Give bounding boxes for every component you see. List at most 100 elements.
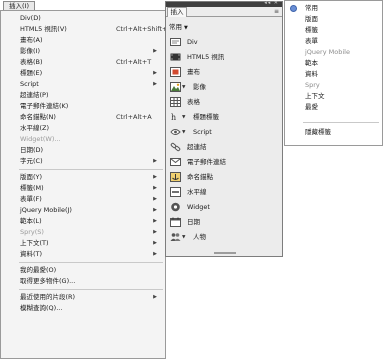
menu-item-label: 標籤(M) bbox=[20, 184, 44, 192]
menu-item-label: 字元(C) bbox=[20, 157, 43, 165]
menu-item-hyperlink[interactable]: 超連結(P) bbox=[1, 90, 165, 101]
menu-item-context[interactable]: 上下文(T) ▶ bbox=[1, 238, 165, 249]
panel-item-label: Script bbox=[193, 128, 212, 136]
category-item-context[interactable]: 上下文 bbox=[285, 91, 382, 102]
panel-menu-icon[interactable]: ≡ bbox=[274, 8, 279, 15]
svg-text:h: h bbox=[171, 113, 176, 122]
menu-item-character[interactable]: 字元(C) ▶ bbox=[1, 156, 165, 167]
menu-item-fuzzy-search[interactable]: 模糊查詢(Q)... bbox=[1, 303, 165, 314]
menu-item-label: 模糊查詢(Q)... bbox=[20, 304, 63, 312]
menu-item-heading[interactable]: 標題(E) ▶ bbox=[1, 68, 165, 79]
menu-item-div[interactable]: Div(D) bbox=[1, 13, 165, 24]
menu-item-label: 命名錨點(N) bbox=[20, 113, 56, 121]
submenu-arrow-icon: ▶ bbox=[153, 81, 157, 87]
category-item-spry[interactable]: Spry bbox=[285, 80, 382, 91]
menu-item-image[interactable]: 影像(I) ▶ bbox=[1, 46, 165, 57]
link-icon bbox=[170, 142, 181, 152]
menu-item-email-link[interactable]: 電子郵件連結(K) bbox=[1, 101, 165, 112]
category-item-hide-labels[interactable]: 隱藏標籤 bbox=[285, 127, 382, 138]
menu-item-form[interactable]: 表單(F) ▶ bbox=[1, 194, 165, 205]
script-icon bbox=[170, 129, 181, 135]
people-icon bbox=[170, 233, 181, 241]
panel-item-people[interactable]: ▼ 人物 bbox=[169, 230, 281, 245]
panel-item-label: Widget bbox=[187, 203, 210, 211]
panel-item-image[interactable]: ▼ 影像 bbox=[169, 80, 281, 95]
menu-item-jquery-mobile[interactable]: jQuery Mobile(J) ▶ bbox=[1, 205, 165, 216]
category-dropdown[interactable]: 常用 ▼ bbox=[169, 21, 188, 31]
video-icon bbox=[170, 53, 181, 61]
date-icon bbox=[170, 217, 181, 227]
panel-item-date[interactable]: 日期 bbox=[169, 215, 281, 230]
category-item-data[interactable]: 資料 bbox=[285, 69, 382, 80]
menu-item-table[interactable]: 表格(B) Ctrl+Alt+T bbox=[1, 57, 165, 68]
category-item-layout[interactable]: 版面 bbox=[285, 14, 382, 25]
panel-item-hyperlink[interactable]: 超連結 bbox=[169, 140, 281, 155]
menu-item-script[interactable]: Script ▶ bbox=[1, 79, 165, 90]
chevron-down-icon[interactable]: ▼ bbox=[182, 110, 185, 125]
menu-item-recent-snippets[interactable]: 最近使用的片段(R) ▶ bbox=[1, 292, 165, 303]
chevron-down-icon[interactable]: ▼ bbox=[182, 125, 185, 140]
submenu-arrow-icon: ▶ bbox=[153, 207, 157, 213]
menu-item-tags[interactable]: 標籤(M) ▶ bbox=[1, 183, 165, 194]
menu-item-label: 表格(B) bbox=[20, 58, 43, 66]
chevron-down-icon[interactable]: ▼ bbox=[182, 230, 185, 245]
menu-item-horizontal-rule[interactable]: 水平線(Z) bbox=[1, 123, 165, 134]
table-icon bbox=[170, 97, 181, 107]
category-item-form[interactable]: 表單 bbox=[285, 36, 382, 47]
category-item-label: 範本 bbox=[305, 59, 318, 67]
collapse-icon[interactable]: ◂◂ ✕ bbox=[264, 0, 279, 6]
menu-separator bbox=[19, 289, 163, 290]
panel-item-html5-video[interactable]: HTML5 視訊 bbox=[169, 50, 281, 65]
category-item-jquery-mobile[interactable]: jQuery Mobile bbox=[285, 47, 382, 58]
panel-item-label: 表格 bbox=[187, 98, 200, 106]
resize-grip[interactable] bbox=[214, 252, 236, 254]
panel-item-horizontal-rule[interactable]: 水平線 bbox=[169, 185, 281, 200]
panel-item-table[interactable]: 表格 bbox=[169, 95, 281, 110]
panel-item-email-link[interactable]: 電子郵件連結 bbox=[169, 155, 281, 170]
menu-item-layout[interactable]: 版面(Y) ▶ bbox=[1, 172, 165, 183]
panel-item-script[interactable]: ▼ Script bbox=[169, 125, 281, 140]
panel-item-widget[interactable]: Widget bbox=[169, 200, 281, 215]
insert-menu-panel: Div(D) HTML5 視訊(V) Ctrl+Alt+Shift+V 畫布(A)… bbox=[0, 10, 172, 359]
hr-icon bbox=[170, 187, 181, 197]
category-item-template[interactable]: 範本 bbox=[285, 58, 382, 69]
menu-item-template[interactable]: 範本(L) ▶ bbox=[1, 216, 165, 227]
heading-icon: h bbox=[171, 113, 176, 122]
panel-item-div[interactable]: Div bbox=[169, 35, 281, 50]
chevron-down-icon[interactable]: ▼ bbox=[182, 80, 185, 95]
radio-check-icon bbox=[290, 5, 297, 12]
panel-tab-insert[interactable]: 插入 bbox=[167, 7, 187, 17]
menu-item-get-more-objects[interactable]: 取得更多物件(G)... bbox=[1, 276, 165, 287]
menu-item-label: 日期(D) bbox=[20, 146, 44, 154]
menu-item-label: 畫布(A) bbox=[20, 36, 43, 44]
panel-item-label: HTML5 視訊 bbox=[187, 53, 225, 61]
menu-item-canvas[interactable]: 畫布(A) bbox=[1, 35, 165, 46]
panel-item-canvas[interactable]: 畫布 bbox=[169, 65, 281, 80]
menu-item-data[interactable]: 資料(T) ▶ bbox=[1, 249, 165, 260]
panel-item-label: 水平線 bbox=[187, 188, 207, 196]
category-item-tags[interactable]: 標籤 bbox=[285, 25, 382, 36]
menu-item-date[interactable]: 日期(D) bbox=[1, 145, 165, 156]
menu-item-html5-video[interactable]: HTML5 視訊(V) Ctrl+Alt+Shift+V bbox=[1, 24, 172, 35]
menu-item-spry: Spry(S) ▶ bbox=[1, 227, 165, 238]
image-icon bbox=[170, 82, 181, 92]
menu-item-shortcut: Ctrl+Alt+T bbox=[116, 58, 152, 66]
panel-item-named-anchor[interactable]: 命名錨點 bbox=[169, 170, 281, 185]
category-item-favorites[interactable]: 最愛 bbox=[285, 102, 382, 113]
chevron-down-icon: ▼ bbox=[184, 25, 188, 31]
category-item-label: 隱藏標籤 bbox=[305, 128, 331, 136]
category-item-label: 版面 bbox=[305, 15, 318, 23]
submenu-arrow-icon: ▶ bbox=[153, 294, 157, 300]
category-item-label: 上下文 bbox=[305, 92, 325, 100]
canvas-icon bbox=[170, 67, 181, 77]
menu-item-favorites[interactable]: 我的最愛(O) bbox=[1, 265, 165, 276]
panel-item-label: 日期 bbox=[187, 218, 200, 226]
menu-item-shortcut: Ctrl+Alt+A bbox=[116, 113, 152, 121]
menu-item-named-anchor[interactable]: 命名錨點(N) Ctrl+Alt+A bbox=[1, 112, 165, 123]
menu-item-widget: Widget(W)... bbox=[1, 134, 165, 145]
div-icon bbox=[170, 38, 181, 46]
menu-item-label: 最近使用的片段(R) bbox=[20, 293, 76, 301]
panel-item-heading-tag[interactable]: h ▼ 標題標籤 bbox=[169, 110, 281, 125]
category-item-common[interactable]: 常用 bbox=[285, 3, 382, 14]
category-item-label: 標籤 bbox=[305, 26, 318, 34]
